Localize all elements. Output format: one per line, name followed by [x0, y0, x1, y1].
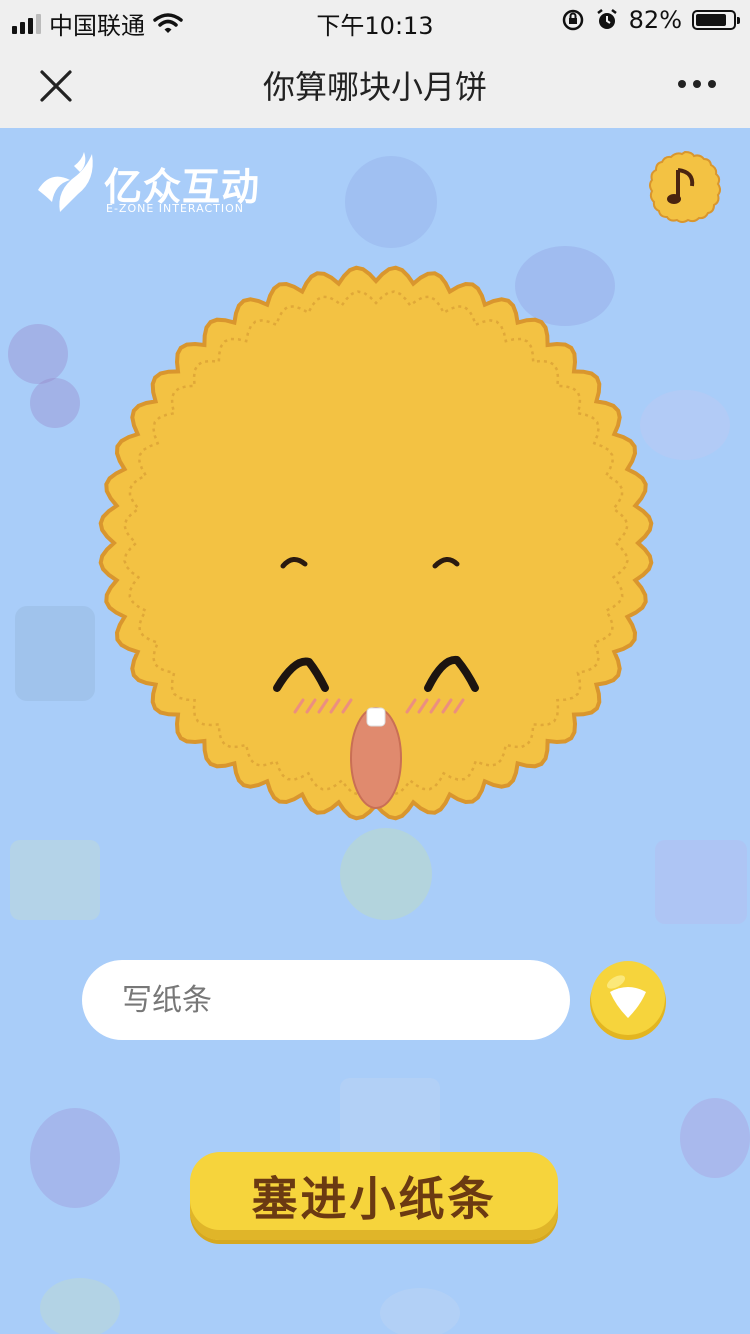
- background-decoration: [30, 1108, 120, 1208]
- brand-logo: 亿众互动 E-ZONE INTERACTION: [30, 150, 270, 220]
- background-decoration: [345, 156, 437, 248]
- battery-level: [696, 14, 726, 26]
- note-input[interactable]: [82, 960, 570, 1040]
- rotation-lock-icon: [562, 9, 583, 31]
- status-bar: 中国联通 下午10:13 82%: [0, 0, 750, 40]
- main-area: 亿众互动 E-ZONE INTERACTION 写纸条 塞进小纸条: [0, 128, 750, 1334]
- battery-icon: [692, 10, 740, 30]
- logo-icon: [38, 152, 93, 212]
- music-toggle-button[interactable]: [648, 150, 722, 224]
- background-decoration: [680, 1098, 750, 1178]
- background-decoration: [40, 1278, 120, 1334]
- alarm-icon: [596, 9, 617, 29]
- background-decoration: [380, 1288, 460, 1334]
- nav-bar: 你算哪块小月饼: [0, 40, 750, 128]
- mooncake-character: [98, 265, 654, 821]
- background-decoration: [8, 324, 68, 384]
- battery-percent: 82%: [628, 6, 682, 34]
- background-decoration: [655, 840, 747, 924]
- page-title: 你算哪块小月饼: [262, 68, 487, 106]
- brand-subtitle: E-ZONE INTERACTION: [106, 202, 244, 215]
- more-icon[interactable]: [678, 80, 716, 88]
- background-decoration: [15, 606, 95, 701]
- note-select-button[interactable]: [588, 960, 668, 1040]
- background-decoration: [10, 840, 100, 920]
- tooth: [366, 707, 386, 727]
- background-decoration: [340, 828, 432, 920]
- background-decoration: [30, 378, 80, 428]
- submit-note-button[interactable]: 塞进小纸条: [190, 1152, 558, 1240]
